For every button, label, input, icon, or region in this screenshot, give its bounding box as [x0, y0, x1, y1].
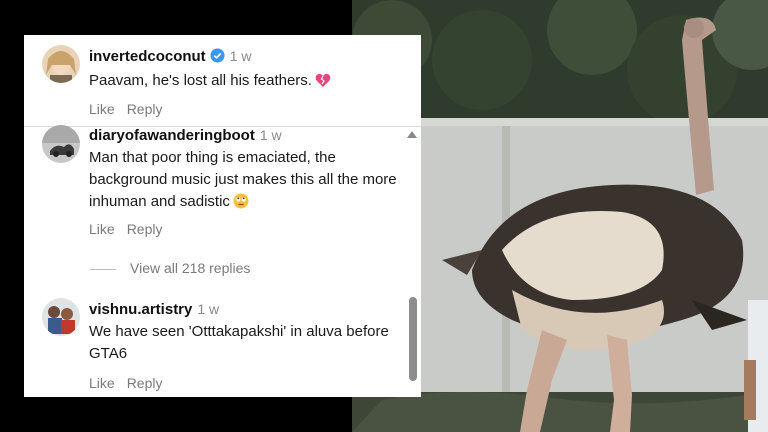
comment-time: 1 w	[229, 48, 252, 64]
like-button[interactable]: Like	[89, 101, 115, 117]
comment-username[interactable]: invertedcoconut	[89, 48, 206, 65]
broken-heart-icon	[315, 73, 331, 95]
reply-button[interactable]: Reply	[127, 375, 163, 391]
comment-username[interactable]: diaryofawanderingboot	[89, 127, 255, 144]
comment-time: 1 w	[259, 127, 282, 143]
comments-panel[interactable]: invertedcoconut 1 w Paavam, he's lost all…	[24, 35, 421, 397]
reply-button[interactable]: Reply	[127, 221, 163, 237]
view-replies-link[interactable]: View all 218 replies	[90, 260, 250, 276]
avatar[interactable]	[42, 125, 80, 163]
comment-username[interactable]: vishnu.artistry	[89, 301, 192, 318]
avatar[interactable]	[42, 298, 80, 336]
scroll-up-arrow-icon[interactable]	[407, 131, 417, 138]
view-replies-label: View all 218 replies	[130, 260, 251, 276]
like-button[interactable]: Like	[89, 221, 115, 237]
avatar[interactable]	[42, 45, 80, 83]
reply-button[interactable]: Reply	[127, 101, 163, 117]
replies-line	[90, 268, 116, 270]
scrollbar-thumb[interactable]	[409, 297, 417, 381]
comment-text: Paavam, he's lost all his feathers.	[89, 72, 312, 89]
like-button[interactable]: Like	[89, 375, 115, 391]
face-with-rolling-eyes-icon	[233, 193, 249, 216]
comment-text: We have seen 'Otttakapakshi' in aluva be…	[89, 323, 389, 362]
verified-badge-icon	[210, 48, 225, 69]
comment-time: 1 w	[197, 301, 220, 317]
